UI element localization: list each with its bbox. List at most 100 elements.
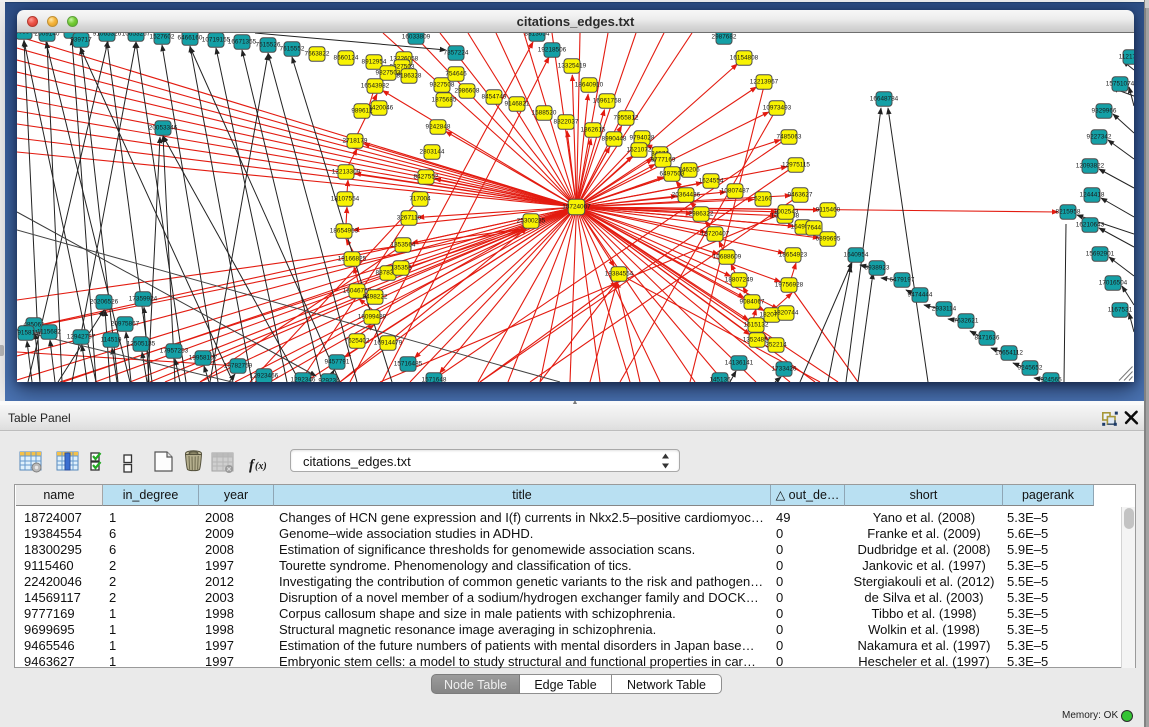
svg-text:16782759: 16782759 — [224, 363, 253, 370]
svg-text:(x): (x) — [255, 461, 267, 472]
svg-text:7515526: 7515526 — [256, 42, 281, 49]
svg-text:2718179: 2718179 — [343, 138, 368, 145]
svg-text:17957253: 17957253 — [160, 348, 189, 355]
svg-text:2933114: 2933114 — [932, 306, 957, 313]
svg-text:1621072: 1621072 — [627, 147, 652, 154]
svg-text:8471636: 8471636 — [975, 335, 1000, 342]
svg-text:17016504: 17016504 — [1099, 280, 1128, 287]
svg-text:16914479: 16914479 — [374, 340, 403, 347]
svg-text:10807487: 10807487 — [721, 188, 750, 195]
svg-text:939717: 939717 — [70, 37, 92, 44]
svg-text:12942757: 12942757 — [67, 334, 96, 341]
svg-text:3267110: 3267110 — [397, 215, 422, 222]
svg-text:924565: 924565 — [1040, 377, 1062, 382]
svg-text:8813054: 8813054 — [525, 33, 550, 38]
svg-text:16543982: 16543982 — [361, 83, 390, 90]
svg-text:7485063: 7485063 — [777, 134, 802, 141]
svg-text:18654963: 18654963 — [330, 228, 359, 235]
svg-text:20364436: 20364436 — [672, 192, 701, 199]
svg-text:9084067: 9084067 — [740, 299, 765, 306]
svg-text:8498222: 8498222 — [363, 294, 388, 301]
svg-text:8215958: 8215958 — [1056, 209, 1081, 216]
svg-text:18640910: 18640910 — [575, 82, 604, 89]
svg-text:8322037: 8322037 — [554, 119, 579, 126]
svg-text:7663822: 7663822 — [305, 51, 330, 58]
svg-text:17359924: 17359924 — [129, 296, 158, 303]
svg-text:7632621: 7632621 — [954, 318, 979, 325]
svg-text:25300235: 25300235 — [517, 218, 546, 225]
svg-text:19958107: 19958107 — [189, 355, 218, 362]
svg-text:9463627: 9463627 — [788, 192, 813, 199]
svg-text:9115460: 9115460 — [816, 207, 841, 214]
svg-text:10973493: 10973493 — [763, 105, 792, 112]
svg-text:1121706: 1121706 — [1119, 54, 1134, 61]
svg-text:9474444: 9474444 — [908, 292, 933, 299]
svg-text:16648784: 16648784 — [870, 96, 899, 103]
svg-text:9327508: 9327508 — [430, 82, 455, 89]
svg-text:1115682: 1115682 — [37, 329, 61, 336]
svg-text:754646: 754646 — [445, 71, 467, 78]
svg-text:19166825: 19166825 — [338, 256, 367, 263]
svg-text:1527602: 1527602 — [150, 34, 175, 41]
svg-text:19218506: 19218506 — [538, 47, 567, 54]
svg-text:8938923: 8938923 — [865, 265, 890, 272]
svg-text:3915811: 3915811 — [17, 330, 39, 337]
svg-text:12923466: 12923466 — [250, 373, 279, 380]
svg-text:9146821: 9146821 — [505, 101, 530, 108]
svg-text:8186328: 8186328 — [397, 73, 422, 80]
svg-text:1167531: 1167531 — [1108, 307, 1133, 314]
svg-text:9329966: 9329966 — [1092, 108, 1117, 115]
svg-text:1624554: 1624554 — [699, 178, 724, 185]
svg-text:1244418: 1244418 — [1080, 192, 1105, 199]
svg-text:7644: 7644 — [807, 225, 822, 232]
svg-text:9245652: 9245652 — [1018, 365, 1043, 372]
svg-text:989612: 989612 — [351, 108, 373, 115]
svg-text:2987682: 2987682 — [712, 34, 737, 41]
svg-text:8427552: 8427552 — [414, 174, 439, 181]
svg-text:12213309: 12213309 — [332, 169, 361, 176]
svg-text:20053346: 20053346 — [149, 125, 178, 132]
svg-text:1820744: 1820744 — [774, 310, 799, 317]
svg-text:114519: 114519 — [101, 337, 122, 344]
svg-text:1588520: 1588520 — [532, 110, 557, 117]
svg-text:16033809: 16033809 — [402, 34, 431, 41]
svg-text:18107554: 18107554 — [331, 196, 360, 203]
svg-text:9227342: 9227342 — [1087, 134, 1112, 141]
svg-text:8912954: 8912954 — [362, 59, 387, 66]
svg-text:91065326: 91065326 — [93, 33, 122, 38]
svg-text:7615552: 7615552 — [280, 46, 305, 53]
svg-text:8990448: 8990448 — [602, 136, 627, 143]
svg-text:18720407: 18720407 — [701, 231, 730, 238]
svg-text:10654112: 10654112 — [995, 350, 1023, 357]
svg-text:14136141: 14136141 — [725, 360, 754, 367]
svg-text:16961758: 16961758 — [593, 98, 622, 105]
svg-text:2803144: 2803144 — [420, 149, 445, 156]
svg-text:18807249: 18807249 — [725, 277, 754, 284]
svg-text:7955812: 7955812 — [614, 115, 639, 122]
svg-text:12505135: 12505135 — [127, 341, 156, 348]
svg-text:16099489: 16099489 — [358, 314, 387, 321]
svg-text:15692901: 15692901 — [1086, 251, 1115, 258]
svg-text:12093822: 12093822 — [1076, 163, 1105, 170]
svg-text:9457791: 9457791 — [325, 359, 350, 366]
svg-text:1292346: 1292346 — [291, 377, 316, 382]
svg-text:6479197: 6479197 — [890, 277, 915, 284]
svg-text:717004: 717004 — [409, 196, 431, 203]
svg-text:1640954: 1640954 — [844, 252, 869, 259]
svg-text:1002543: 1002543 — [774, 209, 799, 216]
svg-text:62160: 62160 — [754, 196, 772, 203]
svg-text:1362615: 1362615 — [581, 127, 606, 134]
svg-text:2986608: 2986608 — [455, 88, 480, 95]
svg-text:1353564: 1353564 — [391, 242, 416, 249]
svg-text:13325419: 13325419 — [558, 63, 587, 70]
svg-text:19756928: 19756928 — [775, 282, 804, 289]
svg-text:10719155: 10719155 — [202, 37, 231, 44]
svg-text:6497503: 6497503 — [660, 171, 685, 178]
svg-text:1875685: 1875685 — [432, 97, 457, 104]
svg-text:16210643: 16210643 — [1076, 222, 1105, 229]
svg-text:15751074: 15751074 — [1106, 81, 1134, 88]
svg-text:20206526: 20206526 — [90, 299, 119, 306]
svg-text:12213967: 12213967 — [750, 79, 779, 86]
svg-text:2009140: 2009140 — [35, 33, 60, 38]
svg-text:7625402: 7625402 — [345, 338, 370, 345]
